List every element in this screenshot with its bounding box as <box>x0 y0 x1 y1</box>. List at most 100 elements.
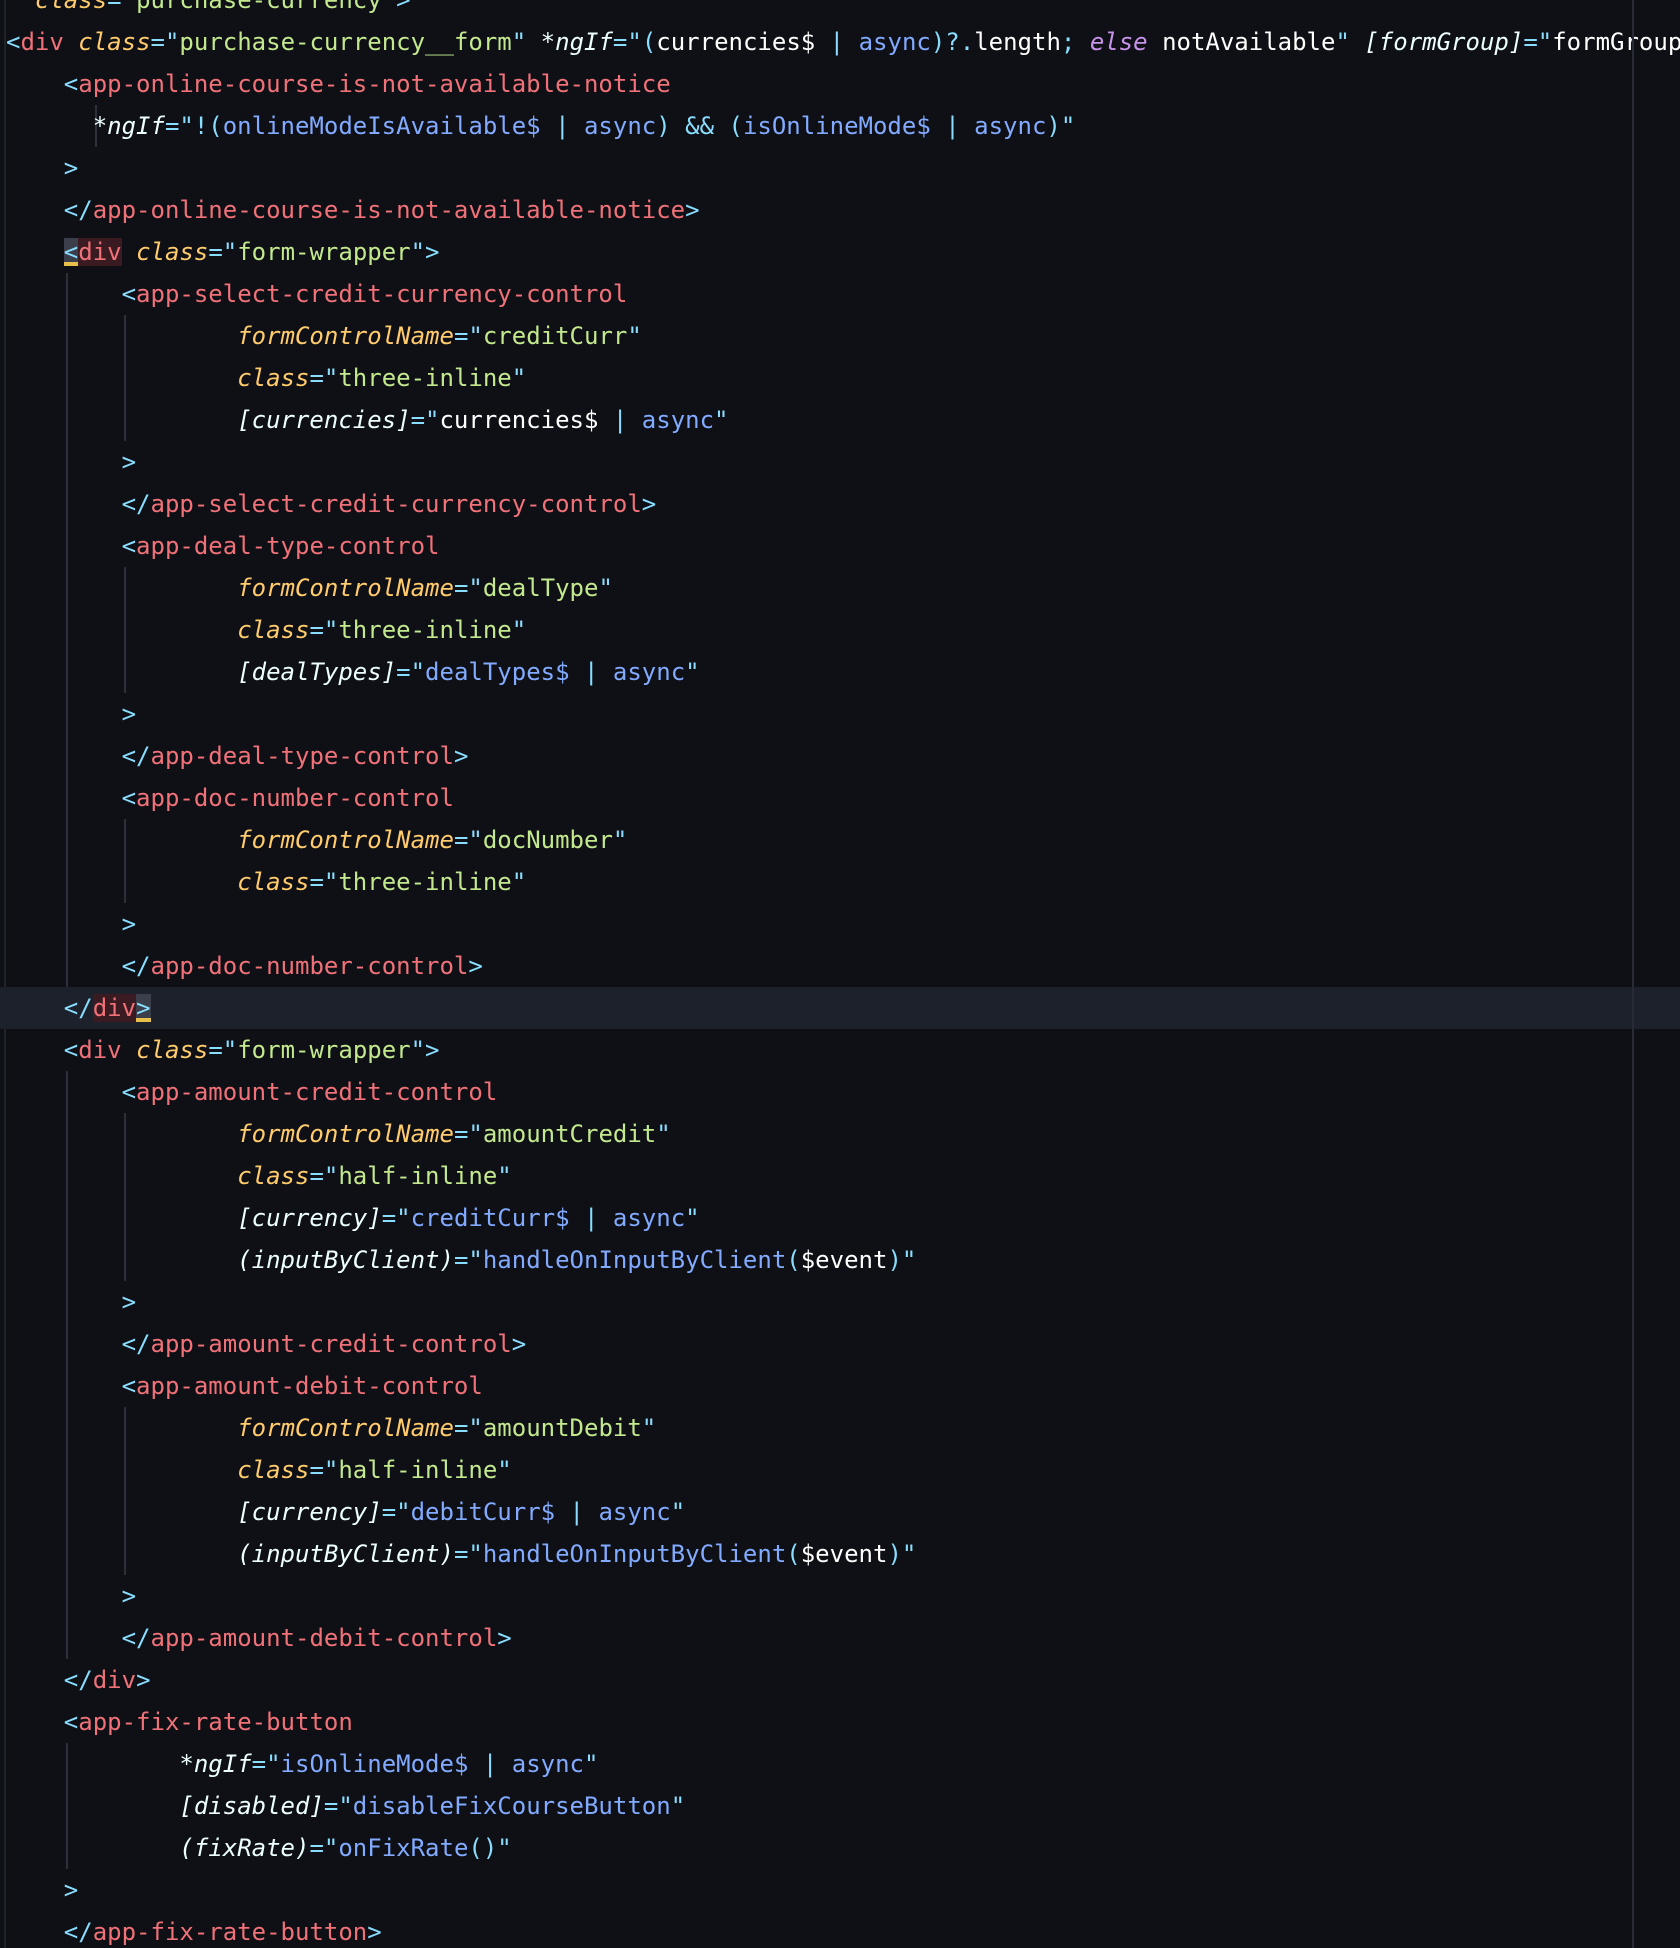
code-line[interactable]: formControlName="creditCurr" <box>0 315 1680 357</box>
code-line[interactable]: (fixRate)="onFixRate()" <box>0 1827 1680 1869</box>
code-line[interactable]: class="three-inline" <box>0 357 1680 399</box>
indent-guide <box>123 1533 126 1575</box>
code-line[interactable]: > <box>0 147 1680 189</box>
code-line-current[interactable]: </div> <box>0 987 1680 1029</box>
code-line[interactable]: <app-amount-credit-control <box>0 1071 1680 1113</box>
code-line[interactable]: class="three-inline" <box>0 861 1680 903</box>
indent-guide <box>65 1407 68 1449</box>
indent-guide <box>123 357 126 399</box>
code-line[interactable]: > <box>0 903 1680 945</box>
code-line[interactable]: [currencies]="currencies$ | async" <box>0 399 1680 441</box>
code-line[interactable]: formControlName="docNumber" <box>0 819 1680 861</box>
token-punc: < <box>121 784 137 812</box>
indent-guide <box>65 1827 68 1869</box>
token-punc: " <box>627 322 642 350</box>
token-punc: ()" <box>468 1834 512 1862</box>
code-line[interactable]: > <box>0 441 1680 483</box>
code-line[interactable]: <app-deal-type-control <box>0 525 1680 567</box>
code-line[interactable]: <app-amount-debit-control <box>0 1365 1680 1407</box>
token-punc: </ <box>63 994 93 1022</box>
token-str: purchase-currency <box>136 0 382 14</box>
indent-guide <box>65 525 68 567</box>
code-line[interactable]: class="half-inline" <box>0 1449 1680 1491</box>
indent-guide <box>65 1575 68 1617</box>
token-fn: debitCurr$ <box>410 1498 556 1526</box>
token-str: amountDebit <box>482 1414 642 1442</box>
code-line[interactable]: formControlName="dealType" <box>0 567 1680 609</box>
token-attr: class <box>136 1036 209 1064</box>
token-punc: " <box>497 1162 512 1190</box>
code-line[interactable]: > <box>0 1869 1680 1911</box>
code-line[interactable]: <app-select-credit-currency-control <box>0 273 1680 315</box>
code-text: class="purchase-currency"> <box>6 0 411 21</box>
code-line[interactable]: <app-fix-rate-button <box>0 1701 1680 1743</box>
token-punc: | <box>569 1204 613 1232</box>
token-attr: formControlName <box>237 322 454 350</box>
indent-guide <box>65 1113 68 1155</box>
indent-guide <box>123 1155 126 1197</box>
code-line[interactable]: [currency]="debitCurr$ | async" <box>0 1491 1680 1533</box>
code-line[interactable]: [currency]="creditCurr$ | async" <box>0 1197 1680 1239</box>
token-tag: app-amount-debit-control <box>136 1372 483 1400</box>
code-line[interactable]: [dealTypes]="dealTypes$ | async" <box>0 651 1680 693</box>
code-text: formControlName="creditCurr" <box>237 315 642 357</box>
token-punc: " <box>1335 28 1350 56</box>
code-line[interactable]: </app-amount-debit-control> <box>0 1617 1680 1659</box>
code-line[interactable]: > <box>0 1575 1680 1617</box>
token-fn: async <box>858 28 931 56</box>
indent-guide <box>65 315 68 357</box>
token-fn: handleOnInputByClient <box>482 1246 787 1274</box>
code-text: > <box>64 147 78 189</box>
code-line[interactable]: <app-doc-number-control <box>0 777 1680 819</box>
token-punc: =" <box>396 658 426 686</box>
code-view[interactable]: class="purchase-currency"> <div class="pu… <box>0 0 1680 1948</box>
code-line[interactable]: > <box>0 1281 1680 1323</box>
token-var: notAvailable <box>1162 28 1336 56</box>
code-editor[interactable]: class="purchase-currency"> <div class="pu… <box>0 0 1680 1948</box>
token-punc: < <box>121 280 137 308</box>
code-line[interactable]: class="purchase-currency"> <box>0 0 1680 21</box>
indent-guide <box>65 945 68 987</box>
indent-guide <box>123 861 126 903</box>
token-punc: =" <box>251 1750 281 1778</box>
code-line[interactable]: <div class="form-wrapper"> <box>0 1029 1680 1071</box>
code-line[interactable]: </app-online-course-is-not-available-not… <box>0 189 1680 231</box>
code-line[interactable]: </app-deal-type-control> <box>0 735 1680 777</box>
code-line[interactable]: *ngIf="!(onlineModeIsAvailable$ | async)… <box>0 105 1680 147</box>
code-line[interactable]: (inputByClient)="handleOnInputByClient($… <box>0 1239 1680 1281</box>
token-tag: app-doc-number-control <box>150 952 469 980</box>
token-str: three-inline <box>338 616 512 644</box>
code-line[interactable]: <div class="form-wrapper"> <box>0 231 1680 273</box>
indent-guide <box>123 1197 126 1239</box>
code-line[interactable]: <app-online-course-is-not-available-noti… <box>0 63 1680 105</box>
code-line[interactable]: class="half-inline" <box>0 1155 1680 1197</box>
token-fn: onFixRate <box>338 1834 469 1862</box>
token-punc: | <box>555 1498 599 1526</box>
code-line[interactable]: formControlName="amountCredit" <box>0 1113 1680 1155</box>
code-line[interactable]: formControlName="amountDebit" <box>0 1407 1680 1449</box>
code-text: class="three-inline" <box>237 357 526 399</box>
code-line[interactable]: <div class="purchase-currency__form" *ng… <box>0 21 1680 63</box>
code-line[interactable]: class="three-inline" <box>0 609 1680 651</box>
indent-guide <box>65 357 68 399</box>
code-text: <app-online-course-is-not-available-noti… <box>64 63 671 105</box>
token-punc: " <box>714 406 729 434</box>
token-attr: formControlName <box>237 1120 454 1148</box>
code-line[interactable]: (inputByClient)="handleOnInputByClient($… <box>0 1533 1680 1575</box>
code-line[interactable]: </app-doc-number-control> <box>0 945 1680 987</box>
indent-guide <box>65 1071 68 1113</box>
code-text: [currency]="creditCurr$ | async" <box>237 1197 699 1239</box>
code-line[interactable]: </app-amount-credit-control> <box>0 1323 1680 1365</box>
code-line[interactable]: *ngIf="isOnlineMode$ | async" <box>0 1743 1680 1785</box>
indent-guide <box>65 903 68 945</box>
token-tag: app-fix-rate-button <box>78 1708 353 1736</box>
code-text: <app-deal-type-control <box>122 525 440 567</box>
code-text: class="three-inline" <box>237 609 526 651</box>
indent-guide <box>123 399 126 441</box>
token-punc: =" <box>323 1792 353 1820</box>
code-line[interactable]: </div> <box>0 1659 1680 1701</box>
code-line[interactable]: [disabled]="disableFixCourseButton" <box>0 1785 1680 1827</box>
code-line[interactable]: </app-select-credit-currency-control> <box>0 483 1680 525</box>
code-line[interactable]: > <box>0 693 1680 735</box>
code-line[interactable]: </app-fix-rate-button> <box>0 1911 1680 1948</box>
